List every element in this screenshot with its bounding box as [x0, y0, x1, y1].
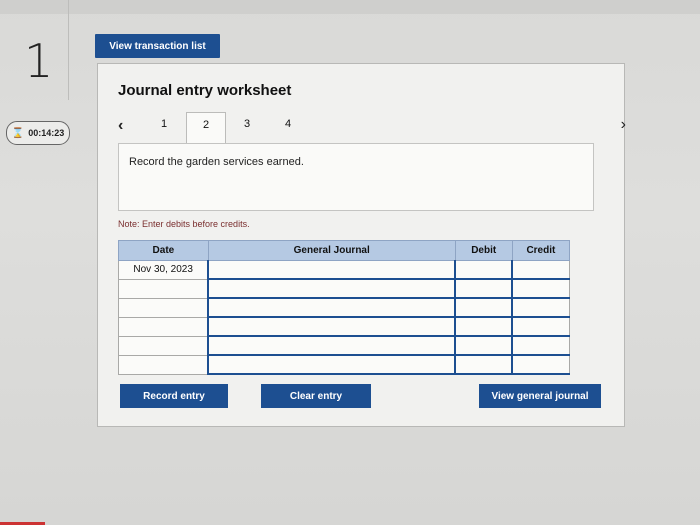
chevron-left-icon[interactable]: ‹ — [118, 117, 123, 135]
table-row — [118, 278, 571, 299]
date-cell: Nov 30, 2023 — [118, 260, 209, 280]
timer-value: 00:14:23 — [28, 128, 65, 138]
tab-2[interactable]: 2 — [186, 112, 226, 143]
hourglass-icon: ⌛ — [11, 127, 25, 139]
description-box: Record the garden services earned. — [118, 143, 594, 211]
header-credit: Credit — [511, 240, 571, 261]
record-entry-button[interactable]: Record entry — [120, 384, 228, 408]
clear-entry-button[interactable]: Clear entry — [261, 384, 371, 408]
date-cell — [118, 297, 209, 318]
credit-input[interactable] — [511, 260, 571, 280]
account-select[interactable] — [207, 297, 456, 318]
table-row: Nov 30, 2023 — [118, 260, 571, 280]
credit-input[interactable] — [511, 335, 571, 356]
date-cell — [118, 278, 209, 299]
question-divider — [68, 0, 69, 100]
description-text: Record the garden services earned. — [129, 156, 304, 168]
debit-input[interactable] — [454, 316, 513, 337]
tab-1[interactable]: 1 — [154, 118, 174, 130]
debit-input[interactable] — [454, 260, 513, 280]
debit-input[interactable] — [454, 354, 513, 375]
journal-table: Date General Journal Debit Credit Nov 30… — [118, 240, 571, 375]
worksheet-title: Journal entry worksheet — [118, 82, 292, 99]
credit-input[interactable] — [511, 354, 571, 375]
tab-3[interactable]: 3 — [237, 118, 257, 130]
credit-input[interactable] — [511, 278, 571, 299]
note-text: Note: Enter debits before credits. — [118, 219, 250, 229]
credit-input[interactable] — [511, 316, 571, 337]
debit-input[interactable] — [454, 278, 513, 299]
tab-4[interactable]: 4 — [278, 118, 298, 130]
header-general-journal: General Journal — [207, 240, 456, 261]
account-select[interactable] — [207, 260, 456, 280]
table-row — [118, 316, 571, 337]
question-number: 1 — [24, 34, 54, 88]
view-general-journal-button[interactable]: View general journal — [479, 384, 601, 408]
table-row — [118, 335, 571, 356]
debit-input[interactable] — [454, 335, 513, 356]
journal-worksheet-panel: Journal entry worksheet ‹ 1 2 3 4 › Reco… — [97, 63, 626, 427]
date-cell — [118, 316, 209, 337]
header-debit: Debit — [454, 240, 513, 261]
timer-badge: ⌛ 00:14:23 — [6, 121, 70, 145]
account-select[interactable] — [207, 335, 456, 356]
date-cell — [118, 335, 209, 356]
account-select[interactable] — [207, 354, 456, 375]
account-select[interactable] — [207, 278, 456, 299]
header-date: Date — [118, 240, 209, 261]
account-select[interactable] — [207, 316, 456, 337]
worksheet-tabs: ‹ 1 2 3 4 › — [118, 112, 626, 144]
table-row — [118, 354, 571, 375]
debit-input[interactable] — [454, 297, 513, 318]
table-row — [118, 297, 571, 318]
credit-input[interactable] — [511, 297, 571, 318]
date-cell — [118, 354, 209, 375]
chevron-right-icon[interactable]: › — [621, 116, 626, 134]
view-transaction-list-button[interactable]: View transaction list — [95, 34, 220, 58]
top-bar — [0, 0, 700, 14]
